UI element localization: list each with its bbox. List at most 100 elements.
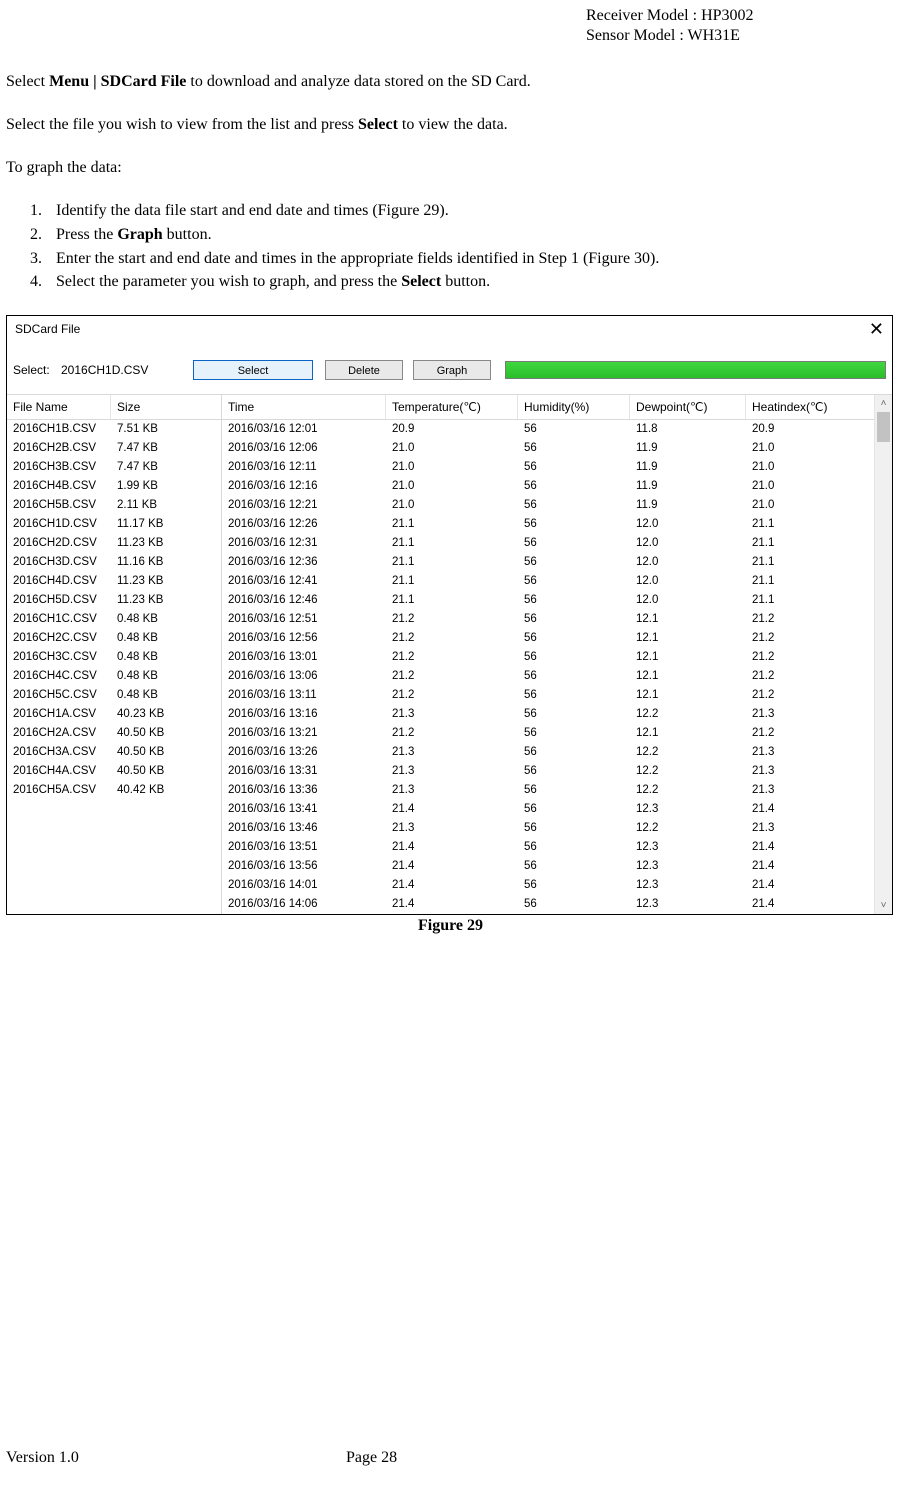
- col-size[interactable]: Size: [111, 395, 221, 419]
- graph-button[interactable]: Graph: [413, 360, 491, 380]
- cell-temperature: 21.2: [386, 667, 518, 686]
- cell-time: 2016/03/16 13:06: [222, 667, 386, 686]
- data-row[interactable]: 2016/03/16 12:4121.15612.021.1: [222, 572, 892, 591]
- col-file-name[interactable]: File Name: [7, 395, 111, 419]
- file-size: 11.23 KB: [111, 572, 221, 591]
- close-icon[interactable]: ✕: [869, 320, 884, 338]
- cell-temperature: 21.4: [386, 838, 518, 857]
- file-row[interactable]: 2016CH2C.CSV0.48 KB: [7, 629, 221, 648]
- data-row[interactable]: 2016/03/16 12:4621.15612.021.1: [222, 591, 892, 610]
- file-row[interactable]: 2016CH4B.CSV1.99 KB: [7, 477, 221, 496]
- col-dewpoint[interactable]: Dewpoint(℃): [630, 395, 746, 419]
- data-row[interactable]: 2016/03/16 14:0121.45612.321.4: [222, 876, 892, 895]
- file-size: 1.99 KB: [111, 477, 221, 496]
- cell-time: 2016/03/16 12:46: [222, 591, 386, 610]
- scroll-down-icon[interactable]: ˅: [875, 897, 892, 914]
- cell-temperature: 21.0: [386, 496, 518, 515]
- col-time[interactable]: Time: [222, 395, 386, 419]
- file-row[interactable]: 2016CH3A.CSV40.50 KB: [7, 743, 221, 762]
- cell-temperature: 21.1: [386, 591, 518, 610]
- cell-heatindex: 21.1: [746, 572, 856, 591]
- data-row[interactable]: 2016/03/16 12:3621.15612.021.1: [222, 553, 892, 572]
- file-row[interactable]: 2016CH5B.CSV2.11 KB: [7, 496, 221, 515]
- cell-dewpoint: 11.9: [630, 477, 746, 496]
- data-row[interactable]: 2016/03/16 12:0621.05611.921.0: [222, 439, 892, 458]
- col-humidity[interactable]: Humidity(%): [518, 395, 630, 419]
- paragraph-2: Select the file you wish to view from th…: [6, 115, 895, 136]
- file-row[interactable]: 2016CH3D.CSV11.16 KB: [7, 553, 221, 572]
- cell-temperature: 21.1: [386, 515, 518, 534]
- file-name: 2016CH3A.CSV: [7, 743, 111, 762]
- cell-heatindex: 21.4: [746, 876, 856, 895]
- cell-temperature: 21.1: [386, 534, 518, 553]
- select-button[interactable]: Select: [193, 360, 313, 380]
- delete-button[interactable]: Delete: [325, 360, 403, 380]
- cell-time: 2016/03/16 12:26: [222, 515, 386, 534]
- col-heatindex[interactable]: Heatindex(℃): [746, 395, 856, 419]
- data-row[interactable]: 2016/03/16 12:2621.15612.021.1: [222, 515, 892, 534]
- file-name: 2016CH3C.CSV: [7, 648, 111, 667]
- data-row[interactable]: 2016/03/16 13:3121.35612.221.3: [222, 762, 892, 781]
- cell-dewpoint: 12.1: [630, 667, 746, 686]
- steps-list: Identify the data file start and end dat…: [46, 200, 895, 292]
- file-row[interactable]: 2016CH2D.CSV11.23 KB: [7, 534, 221, 553]
- data-row[interactable]: 2016/03/16 13:1621.35612.221.3: [222, 705, 892, 724]
- file-name: 2016CH1A.CSV: [7, 705, 111, 724]
- window-title: SDCard File: [15, 322, 80, 336]
- data-row[interactable]: 2016/03/16 14:0621.45612.321.4: [222, 895, 892, 914]
- cell-dewpoint: 12.3: [630, 800, 746, 819]
- data-row[interactable]: 2016/03/16 13:2621.35612.221.3: [222, 743, 892, 762]
- data-row[interactable]: 2016/03/16 12:5121.25612.121.2: [222, 610, 892, 629]
- file-row[interactable]: 2016CH5D.CSV11.23 KB: [7, 591, 221, 610]
- cell-time: 2016/03/16 12:01: [222, 420, 386, 439]
- data-row[interactable]: 2016/03/16 13:5621.45612.321.4: [222, 857, 892, 876]
- file-size: 0.48 KB: [111, 648, 221, 667]
- cell-heatindex: 21.3: [746, 781, 856, 800]
- data-row[interactable]: 2016/03/16 13:1121.25612.121.2: [222, 686, 892, 705]
- page-body: Select Menu | SDCard File to download an…: [6, 72, 895, 935]
- data-row[interactable]: 2016/03/16 13:2121.25612.121.2: [222, 724, 892, 743]
- data-row[interactable]: 2016/03/16 13:4121.45612.321.4: [222, 800, 892, 819]
- col-temperature[interactable]: Temperature(℃): [386, 395, 518, 419]
- scrollbar[interactable]: ˄ ˅: [874, 395, 892, 914]
- data-row[interactable]: 2016/03/16 13:3621.35612.221.3: [222, 781, 892, 800]
- file-row[interactable]: 2016CH2B.CSV7.47 KB: [7, 439, 221, 458]
- file-name: 2016CH4B.CSV: [7, 477, 111, 496]
- file-row[interactable]: 2016CH2A.CSV40.50 KB: [7, 724, 221, 743]
- data-row[interactable]: 2016/03/16 12:1621.05611.921.0: [222, 477, 892, 496]
- file-row[interactable]: 2016CH4A.CSV40.50 KB: [7, 762, 221, 781]
- cell-humidity: 56: [518, 705, 630, 724]
- file-row[interactable]: 2016CH1D.CSV11.17 KB: [7, 515, 221, 534]
- progress-bar: [505, 361, 886, 379]
- file-row[interactable]: 2016CH5C.CSV0.48 KB: [7, 686, 221, 705]
- file-row[interactable]: 2016CH4D.CSV11.23 KB: [7, 572, 221, 591]
- file-row[interactable]: 2016CH1C.CSV0.48 KB: [7, 610, 221, 629]
- sensor-model: Sensor Model : WH31E: [6, 26, 895, 46]
- file-row[interactable]: 2016CH4C.CSV0.48 KB: [7, 667, 221, 686]
- file-row[interactable]: 2016CH3B.CSV7.47 KB: [7, 458, 221, 477]
- cell-dewpoint: 12.3: [630, 838, 746, 857]
- file-select-value[interactable]: 2016CH1D.CSV: [61, 363, 181, 377]
- file-row[interactable]: 2016CH1A.CSV40.23 KB: [7, 705, 221, 724]
- data-row[interactable]: 2016/03/16 12:3121.15612.021.1: [222, 534, 892, 553]
- scroll-up-icon[interactable]: ˄: [875, 395, 892, 412]
- data-row[interactable]: 2016/03/16 12:2121.05611.921.0: [222, 496, 892, 515]
- file-name: 2016CH2A.CSV: [7, 724, 111, 743]
- data-row[interactable]: 2016/03/16 12:0120.95611.820.9: [222, 420, 892, 439]
- cell-dewpoint: 12.1: [630, 648, 746, 667]
- file-row[interactable]: 2016CH3C.CSV0.48 KB: [7, 648, 221, 667]
- data-row[interactable]: 2016/03/16 13:0121.25612.121.2: [222, 648, 892, 667]
- data-row[interactable]: 2016/03/16 13:4621.35612.221.3: [222, 819, 892, 838]
- file-row[interactable]: 2016CH5A.CSV40.42 KB: [7, 781, 221, 800]
- scroll-thumb[interactable]: [877, 412, 890, 442]
- data-row[interactable]: 2016/03/16 12:5621.25612.121.2: [222, 629, 892, 648]
- file-row[interactable]: 2016CH1B.CSV7.51 KB: [7, 420, 221, 439]
- data-row[interactable]: 2016/03/16 13:0621.25612.121.2: [222, 667, 892, 686]
- cell-temperature: 21.2: [386, 686, 518, 705]
- data-row[interactable]: 2016/03/16 12:1121.05611.921.0: [222, 458, 892, 477]
- cell-time: 2016/03/16 13:56: [222, 857, 386, 876]
- cell-time: 2016/03/16 12:41: [222, 572, 386, 591]
- cell-heatindex: 21.1: [746, 591, 856, 610]
- data-row[interactable]: 2016/03/16 13:5121.45612.321.4: [222, 838, 892, 857]
- file-size: 7.47 KB: [111, 458, 221, 477]
